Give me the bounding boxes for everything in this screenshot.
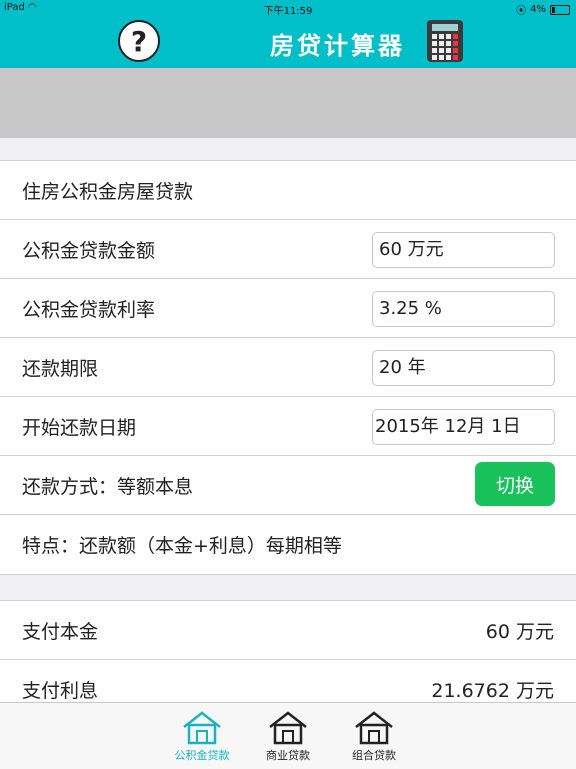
principal-row: 支付本金 60 万元: [0, 601, 576, 660]
loan-form: 住房公积金房屋贷款 公积金贷款金额 60 万元 公积金贷款利率 3.25 % 还…: [0, 160, 576, 575]
tab-label: 公积金贷款: [174, 749, 230, 762]
house-icon: [355, 711, 393, 745]
feature-label: 特点：还款额（本金+利息）每期相等: [22, 535, 342, 557]
switch-method-button[interactable]: 切换: [475, 462, 555, 506]
method-label: 还款方式：等额本息: [22, 475, 194, 498]
term-row: 还款期限 20 年: [0, 338, 576, 397]
house-icon: [183, 711, 221, 745]
term-input[interactable]: 20 年: [372, 350, 555, 386]
loan-amount-row: 公积金贷款金额 60 万元: [0, 220, 576, 279]
principal-label: 支付本金: [22, 620, 99, 643]
calculator-icon[interactable]: [427, 20, 463, 62]
tab-commercial-loan[interactable]: 商业贷款: [252, 711, 324, 763]
tab-combined-loan[interactable]: 组合贷款: [338, 711, 410, 763]
interest-label: 支付利息: [22, 680, 99, 702]
method-row: 还款方式：等额本息 切换: [0, 456, 576, 515]
rate-label: 公积金贷款利率: [22, 298, 156, 321]
loan-amount-input[interactable]: 60 万元: [372, 232, 555, 268]
page-title: 房贷计算器: [270, 32, 405, 60]
tab-bar: 公积金贷款 商业贷款 组合贷款: [0, 702, 576, 769]
help-button[interactable]: ?: [118, 20, 160, 62]
battery-percent: 4%: [530, 4, 546, 15]
section-title: 住房公积金房屋贷款: [22, 180, 194, 203]
feature-row: 特点：还款额（本金+利息）每期相等: [0, 515, 576, 574]
interest-row: 支付利息 21.6762 万元: [0, 660, 576, 703]
principal-value: 60 万元: [485, 620, 554, 643]
tab-label: 组合贷款: [352, 749, 396, 762]
battery-icon: [550, 4, 570, 15]
start-date-input[interactable]: 2015年 12月 1日: [372, 409, 555, 445]
rate-row: 公积金贷款利率 3.25 %: [0, 279, 576, 338]
status-time: 下午11:59: [263, 6, 313, 17]
rate-input[interactable]: 3.25 %: [372, 291, 555, 327]
rotation-lock-icon: ⦿: [516, 6, 527, 17]
section-title-row: 住房公积金房屋贷款: [0, 161, 576, 220]
results-panel: 支付本金 60 万元 支付利息 21.6762 万元: [0, 600, 576, 703]
tab-provident-loan[interactable]: 公积金贷款: [166, 711, 238, 763]
help-icon: ?: [130, 24, 148, 58]
house-icon: [269, 711, 307, 745]
status-bar: iPad ◠ 下午11:59 ⦿ 4%: [0, 0, 576, 17]
start-date-row: 开始还款日期 2015年 12月 1日: [0, 397, 576, 456]
status-right: ⦿ 4%: [516, 2, 570, 17]
tab-label: 商业贷款: [266, 749, 310, 762]
term-label: 还款期限: [22, 357, 99, 380]
interest-value: 21.6762 万元: [431, 680, 554, 702]
start-date-label: 开始还款日期: [22, 416, 137, 439]
loan-amount-label: 公积金贷款金额: [22, 239, 156, 262]
banner-area: [0, 68, 576, 138]
navbar: ? 房贷计算器: [0, 16, 576, 68]
